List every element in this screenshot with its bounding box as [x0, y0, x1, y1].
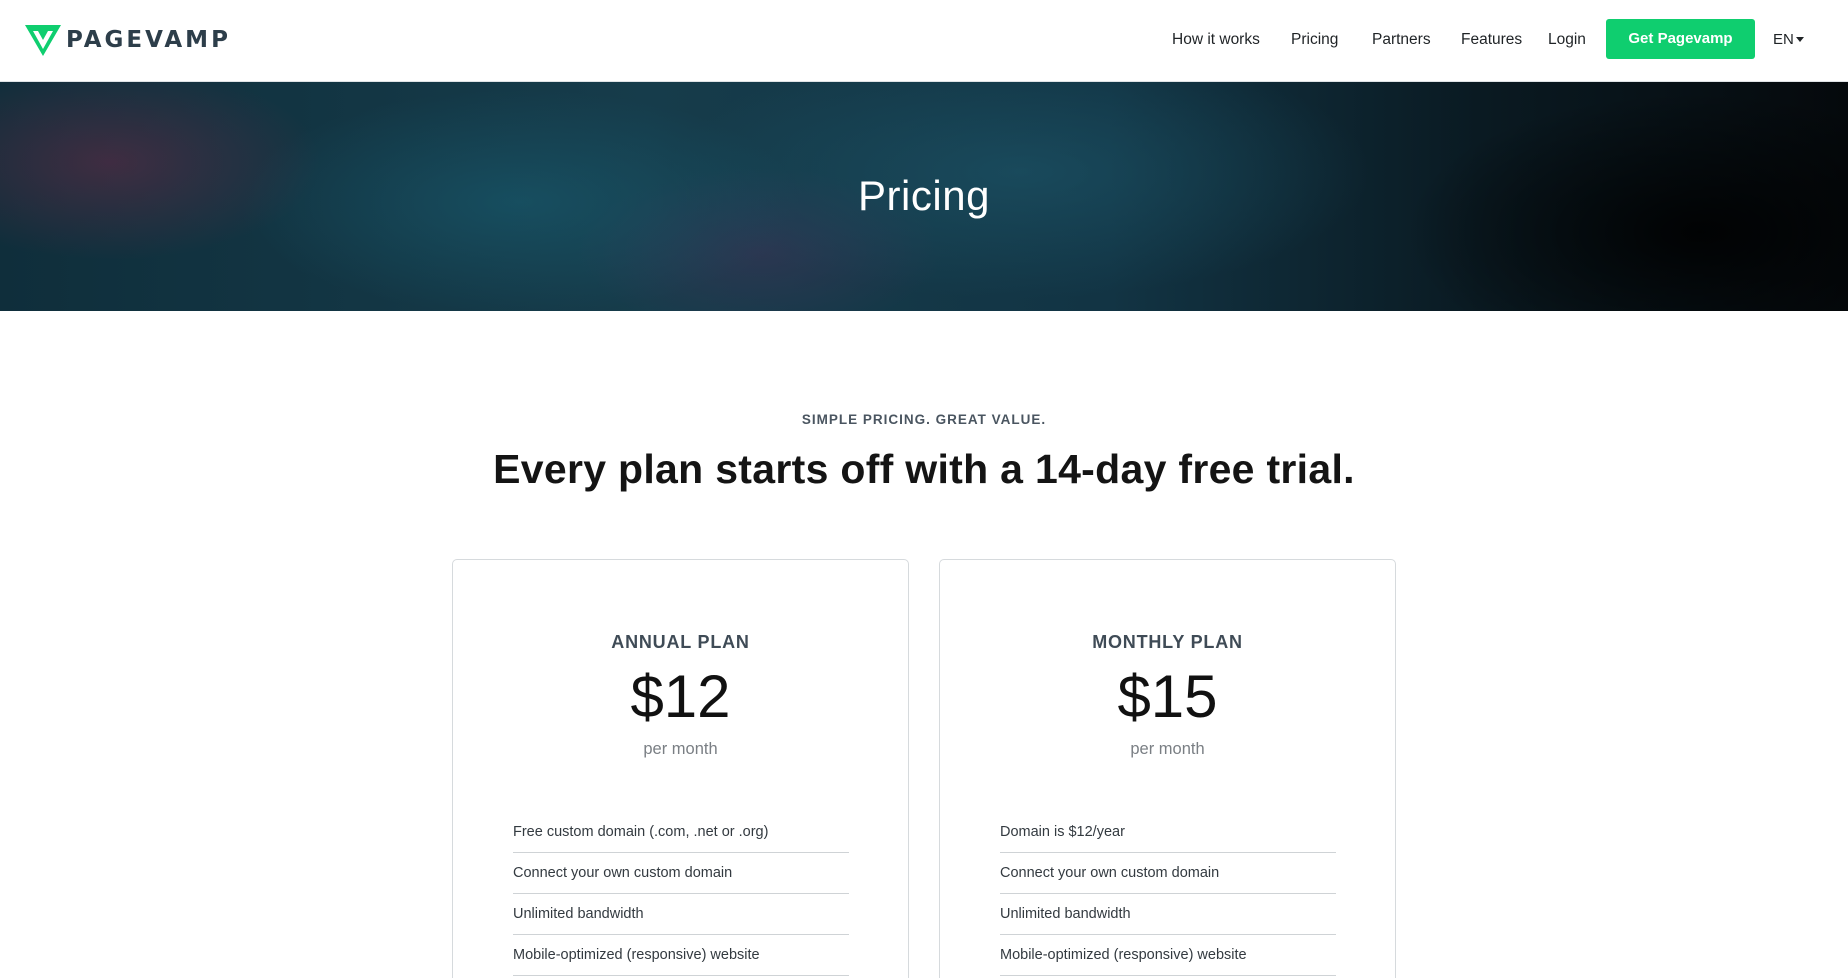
get-pagevamp-button[interactable]: Get Pagevamp — [1606, 19, 1755, 59]
plan-price: $12 — [630, 663, 731, 730]
list-item: Connect your own custom domain — [1000, 853, 1336, 894]
hero-banner: Pricing — [0, 82, 1848, 311]
language-selector[interactable]: EN — [1773, 31, 1804, 48]
plan-card-monthly: MONTHLY PLAN $15 per month Domain is $12… — [939, 559, 1396, 978]
plan-feature-list: Free custom domain (.com, .net or .org) … — [513, 812, 849, 976]
language-label: EN — [1773, 31, 1794, 48]
list-item: Mobile-optimized (responsive) website — [1000, 935, 1336, 976]
plan-name: ANNUAL PLAN — [611, 632, 750, 652]
pricing-eyebrow: SIMPLE PRICING. GREAT VALUE. — [801, 412, 1047, 427]
page-title: Pricing — [858, 172, 990, 219]
site-header: PAGEVAMP How it works Pricing Partners F… — [0, 0, 1848, 82]
plan-feature-list: Domain is $12/year Connect your own cust… — [1000, 812, 1336, 976]
list-item: Unlimited bandwidth — [1000, 894, 1336, 935]
nav-link-partners[interactable]: Partners — [1372, 31, 1431, 49]
plan-period: per month — [643, 740, 718, 758]
nav-link-login[interactable]: Login — [1548, 31, 1586, 49]
logo-link[interactable]: PAGEVAMP — [24, 22, 231, 58]
nav-link-how-it-works[interactable]: How it works — [1172, 31, 1260, 49]
logo-wordmark: PAGEVAMP — [66, 27, 231, 53]
pricing-headline: Every plan starts off with a 14-day free… — [493, 446, 1355, 492]
list-item: Free custom domain (.com, .net or .org) — [513, 812, 849, 853]
list-item: Domain is $12/year — [1000, 812, 1336, 853]
plan-price: $15 — [1117, 663, 1218, 730]
plan-name: MONTHLY PLAN — [1092, 632, 1243, 652]
nav-link-features[interactable]: Features — [1461, 31, 1522, 49]
list-item: Connect your own custom domain — [513, 853, 849, 894]
plan-card-annual: ANNUAL PLAN $12 per month Free custom do… — [452, 559, 909, 978]
nav-link-pricing[interactable]: Pricing — [1291, 31, 1338, 49]
chevron-down-icon — [1795, 37, 1804, 42]
list-item: Unlimited bandwidth — [513, 894, 849, 935]
list-item: Mobile-optimized (responsive) website — [513, 935, 849, 976]
pagevamp-logo-icon — [25, 25, 61, 56]
plan-period: per month — [1130, 740, 1205, 758]
